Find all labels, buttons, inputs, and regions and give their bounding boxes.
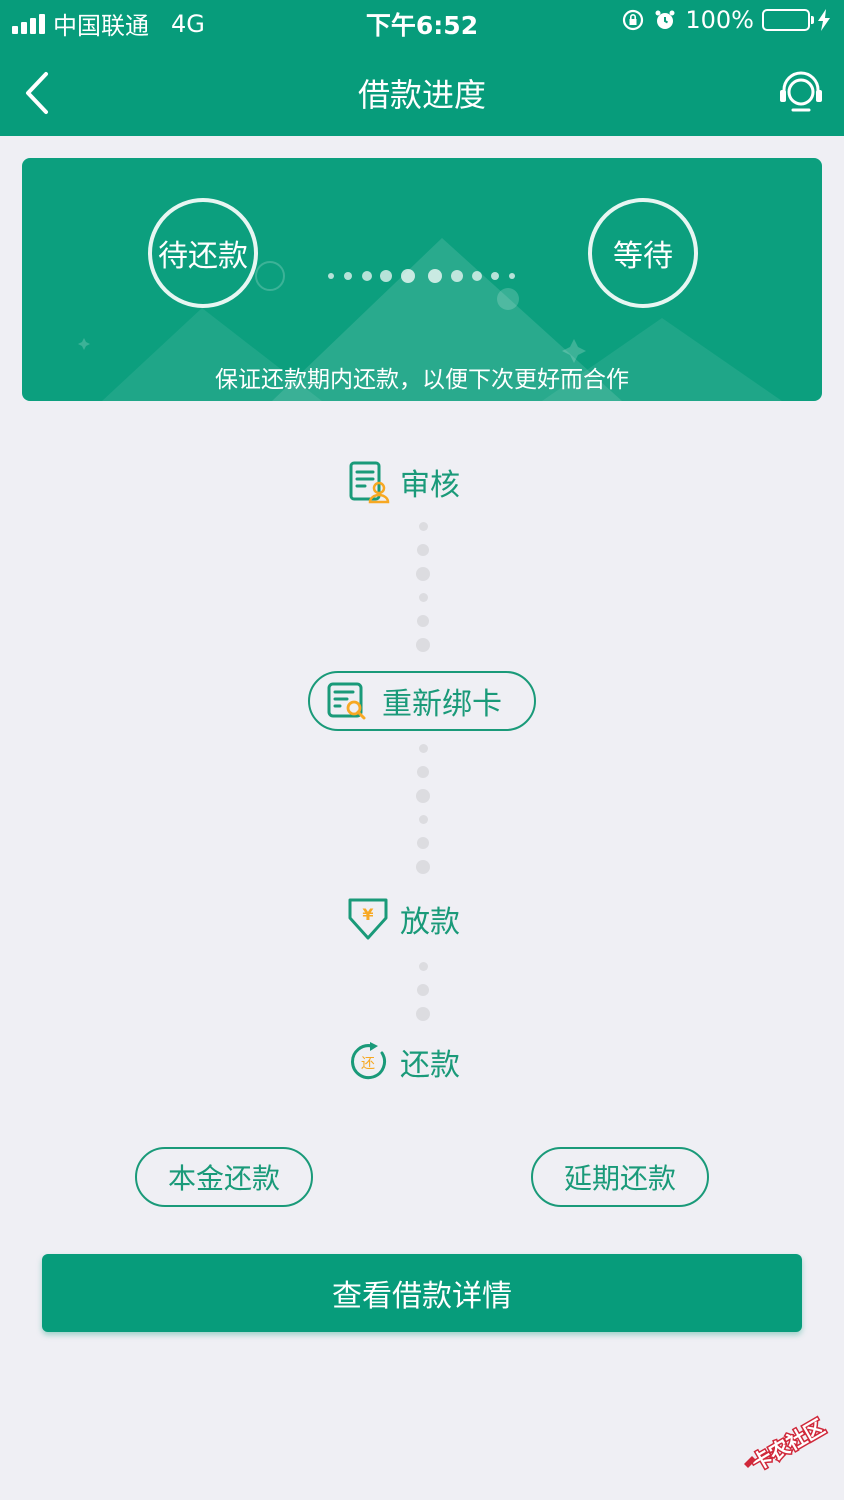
view-loan-details-button[interactable]: 查看借款详情 [42,1254,802,1332]
extend-repay-button[interactable]: 延期还款 [531,1147,709,1207]
rebind-card-button[interactable]: 重新绑卡 [308,671,536,731]
rotation-lock-icon [623,9,644,31]
step-review-label: 审核 [400,468,460,503]
svg-text:还: 还 [361,1056,375,1072]
charging-icon [818,9,830,31]
document-user-icon [349,461,390,504]
status-right: 100% [621,6,830,34]
banner-tip: 保证还款期内还款，以便下次更好而合作 [215,367,629,393]
alarm-icon [655,10,675,29]
status-banner: 待还款 等待 保证还款期内还款，以便下次更好而合作 [22,158,822,401]
forum-watermark-logo: 卡农社区 [744,1413,830,1477]
step-repay: 还 还款 [348,1040,460,1084]
battery-percent: 100% [685,6,754,34]
top-bar: 中国联通 4G 下午6:52 100% 借款进度 [0,0,844,136]
step-connector [416,962,430,1021]
svg-text:卡农社区: 卡农社区 [747,1415,828,1476]
headset-icon[interactable] [776,66,826,116]
document-search-icon [327,682,366,720]
step-repay-label: 还款 [400,1048,460,1083]
nav-bar: 借款进度 [0,50,844,136]
page-title: 借款进度 [357,76,486,114]
progress-dots [328,269,515,283]
repay-circle-icon: 还 [351,1042,387,1080]
status-bar: 中国联通 4G 下午6:52 100% [0,0,844,42]
step-disburse: ¥ 放款 [346,896,460,942]
step-connector [416,522,430,652]
principal-repay-button[interactable]: 本金还款 [135,1147,313,1207]
next-status-ring: 等待 [588,198,698,308]
svg-text:¥: ¥ [362,905,373,924]
step-review: 审核 [348,460,460,504]
step-disburse-label: 放款 [400,905,460,940]
battery-icon [762,9,814,31]
step-connector [416,744,430,874]
rebind-card-label: 重新绑卡 [382,687,502,722]
yen-download-icon: ¥ [348,898,388,940]
current-status-ring: 待还款 [148,198,258,308]
